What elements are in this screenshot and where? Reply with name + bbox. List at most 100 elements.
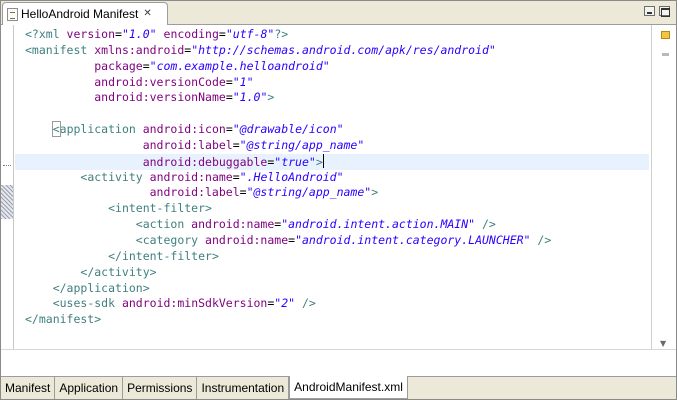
code-token: android:name xyxy=(205,232,289,247)
editor-page-tabs: Manifest Application Permissions Instrument… xyxy=(1,376,676,399)
code-token: = xyxy=(142,58,150,73)
code-token: android:minSdkVersion xyxy=(121,296,268,311)
xml-source-editor[interactable]: <?xml version="1.0" encoding="utf-8"?> <m… xyxy=(15,27,649,349)
code-token: = xyxy=(225,74,233,89)
code-token: > xyxy=(267,90,275,105)
code-line[interactable]: <activity android:name=".HelloAndroid" xyxy=(15,170,649,186)
minimize-icon[interactable] xyxy=(644,6,655,16)
page-tab-androidmanifest-xml[interactable]: AndroidManifest.xml xyxy=(289,376,408,399)
code-token: "android.intent.category.LAUNCHER" xyxy=(295,232,531,247)
code-line[interactable]: <action android:name="android.intent.act… xyxy=(15,217,649,233)
code-line[interactable]: </application> xyxy=(15,281,649,297)
code-token: "@string/app_name" xyxy=(239,137,365,152)
code-token: version xyxy=(66,27,116,41)
code-token: application xyxy=(59,122,143,137)
code-line[interactable]: </activity> xyxy=(15,265,649,281)
editor-tab-hello-android-manifest[interactable]: HelloAndroid Manifest ✕ xyxy=(2,2,168,25)
page-tab-instrumentation[interactable]: Instrumentation xyxy=(197,377,290,399)
code-line[interactable]: android:label="@string/app_name" xyxy=(15,138,649,154)
code-token: = xyxy=(225,122,233,137)
code-token: <intent-filter> xyxy=(108,201,212,216)
code-token: </activity> xyxy=(80,264,157,279)
code-token: < xyxy=(51,121,61,138)
maximize-icon[interactable] xyxy=(659,6,670,17)
code-token: ".HelloAndroid" xyxy=(239,169,344,184)
overview-ruler: ▼ xyxy=(651,25,676,349)
code-line[interactable]: </intent-filter> xyxy=(15,249,649,265)
code-token: </application> xyxy=(52,280,150,295)
code-token: "1.0" xyxy=(232,90,268,105)
code-token: "@string/app_name" xyxy=(246,185,372,200)
page-tab-permissions[interactable]: Permissions xyxy=(123,377,198,399)
chevron-down-icon[interactable]: ▼ xyxy=(660,339,666,349)
page-tab-manifest[interactable]: Manifest xyxy=(1,377,56,399)
code-token: <manifest xyxy=(25,42,95,57)
code-line[interactable]: <manifest xmlns:android="http://schemas.… xyxy=(15,43,649,59)
code-token: /> xyxy=(530,232,552,247)
code-token: = xyxy=(232,169,240,184)
window-controls xyxy=(644,6,670,17)
code-token: "@drawable/icon" xyxy=(232,122,344,137)
code-token: android:label xyxy=(142,137,233,152)
code-token: = xyxy=(232,137,240,152)
code-line[interactable]: <intent-filter> xyxy=(15,201,649,217)
code-token: android:versionCode xyxy=(94,74,226,89)
code-token: "http://schemas.android.com/apk/res/andr… xyxy=(191,42,496,57)
warning-marker-icon[interactable] xyxy=(661,31,670,39)
code-token: </intent-filter> xyxy=(108,248,219,263)
code-token: <?xml xyxy=(25,27,67,41)
code-token: = xyxy=(115,27,122,41)
page-tab-application[interactable]: Application xyxy=(55,377,124,399)
code-token: ?> xyxy=(274,27,289,41)
editor-tab-title: HelloAndroid Manifest xyxy=(21,7,139,21)
fold-indicator xyxy=(3,165,11,166)
code-token: "1.0" xyxy=(121,27,157,41)
code-token: android:label xyxy=(149,185,240,200)
code-line[interactable]: android:versionName="1.0"> xyxy=(15,90,649,106)
close-icon[interactable]: ✕ xyxy=(143,9,151,19)
code-token: </manifest> xyxy=(25,312,102,327)
editor-tab-strip: HelloAndroid Manifest ✕ xyxy=(1,1,676,25)
vertical-ruler xyxy=(1,25,14,349)
code-line[interactable]: android:versionCode="1" xyxy=(15,75,649,91)
code-token: = xyxy=(225,90,233,105)
range-indicator xyxy=(1,185,13,219)
code-token: > xyxy=(315,154,323,169)
code-line[interactable]: <category android:name="android.intent.c… xyxy=(15,233,649,249)
code-token: /> xyxy=(475,217,496,232)
code-line[interactable]: <?xml version="1.0" encoding="utf-8"?> xyxy=(15,27,649,43)
code-token: android:debuggable xyxy=(142,154,268,169)
code-line-current[interactable]: android:debuggable="true"> xyxy=(15,153,649,170)
code-token: android:versionName xyxy=(94,90,226,105)
code-token: = xyxy=(218,27,226,41)
code-token: android:name xyxy=(149,169,233,184)
code-line[interactable]: <application android:icon="@drawable/ico… xyxy=(15,121,649,138)
code-token: /> xyxy=(295,296,316,311)
code-token: <category xyxy=(135,232,206,247)
code-line[interactable]: android:label="@string/app_name"> xyxy=(15,185,649,201)
annotation-marker[interactable] xyxy=(662,53,669,56)
horizontal-scroll-area[interactable] xyxy=(1,349,676,376)
code-token: "com.example.helloandroid" xyxy=(149,58,330,73)
code-line[interactable] xyxy=(15,106,649,122)
code-token: "1" xyxy=(232,74,254,89)
code-token: "true" xyxy=(274,154,316,169)
code-token: <activity xyxy=(80,169,150,184)
code-line[interactable]: package="com.example.helloandroid" xyxy=(15,59,649,75)
code-line[interactable]: <uses-sdk android:minSdkVersion="2" /> xyxy=(15,296,649,312)
code-line[interactable]: </manifest> xyxy=(15,312,649,328)
